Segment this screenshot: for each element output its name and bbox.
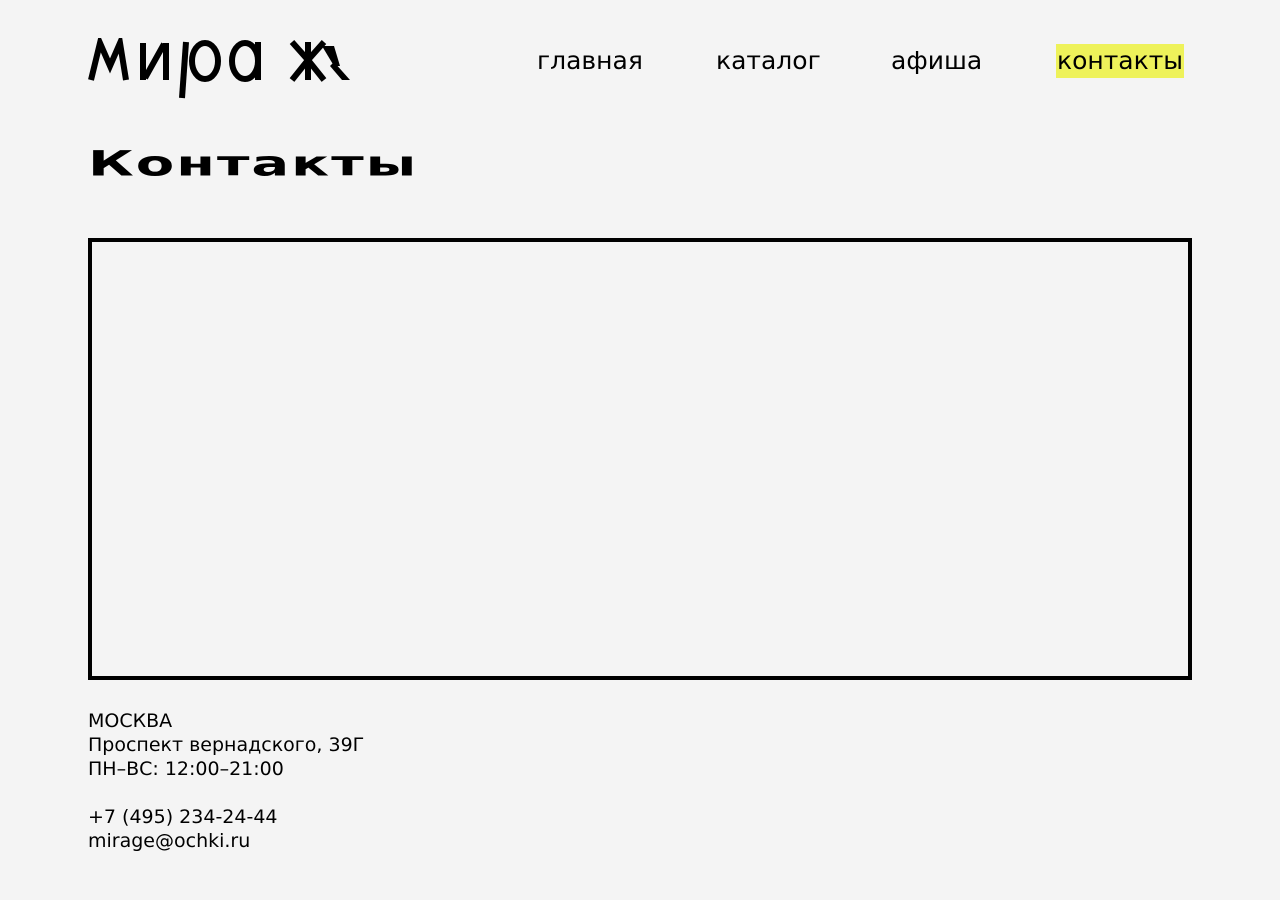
- city-label: МОСКВА: [88, 710, 173, 732]
- nav-link-catalog[interactable]: каталог: [715, 44, 822, 78]
- nav-link-contacts[interactable]: контакты: [1056, 44, 1185, 78]
- nav-link-home[interactable]: главная: [536, 44, 644, 78]
- phone-link[interactable]: +7 (495) 234-24-44: [88, 805, 364, 829]
- nav-link-events[interactable]: афиша: [890, 44, 983, 78]
- map-frame[interactable]: [88, 238, 1192, 680]
- email-link[interactable]: mirage@ochki.ru: [88, 829, 364, 853]
- address-text: Проспект вернадского, 39Г: [88, 734, 365, 756]
- page-title: Контакты: [88, 143, 419, 185]
- opening-hours: ПН–ВС: 12:00–21:00: [88, 758, 284, 780]
- main-nav: главная каталог афиша контакты: [0, 44, 1280, 78]
- contact-info: МОСКВА Проспект вернадского, 39Г ПН–ВС: …: [88, 709, 364, 853]
